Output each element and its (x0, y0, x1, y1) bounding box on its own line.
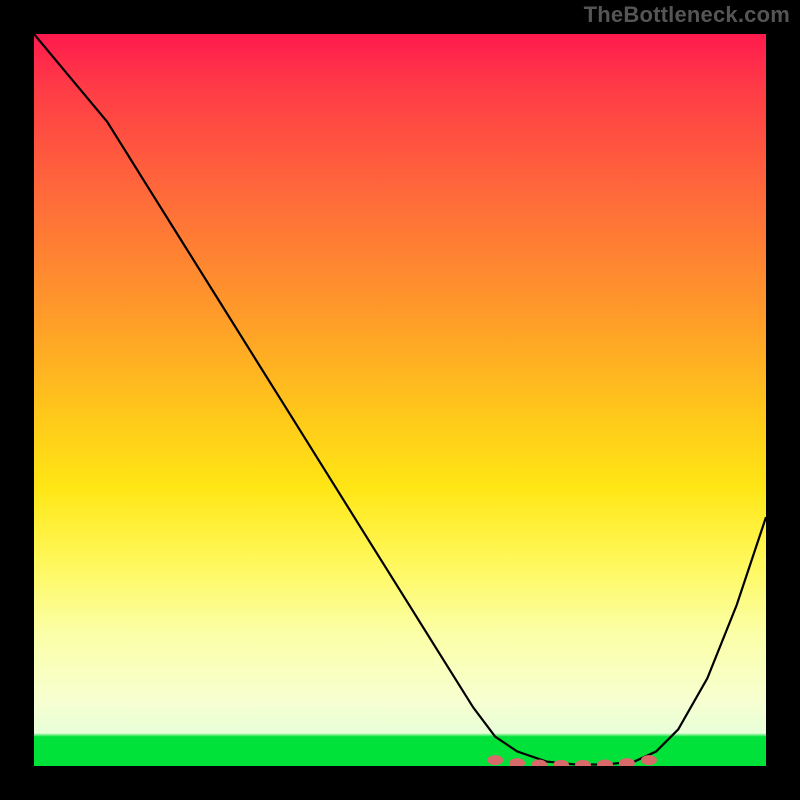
bottleneck-curve-path (34, 34, 766, 765)
curve-layer (34, 34, 766, 766)
optimal-dot (487, 755, 503, 765)
plot-area (34, 34, 766, 766)
optimal-dot (575, 760, 591, 766)
optimal-dot (641, 755, 657, 765)
optimal-dot (553, 760, 569, 766)
optimal-dot (619, 758, 635, 766)
optimal-dot (597, 760, 613, 767)
chart-frame: TheBottleneck.com (0, 0, 800, 800)
attribution-text: TheBottleneck.com (584, 2, 790, 28)
bottleneck-curve (34, 34, 766, 765)
optimal-dot (509, 758, 525, 766)
